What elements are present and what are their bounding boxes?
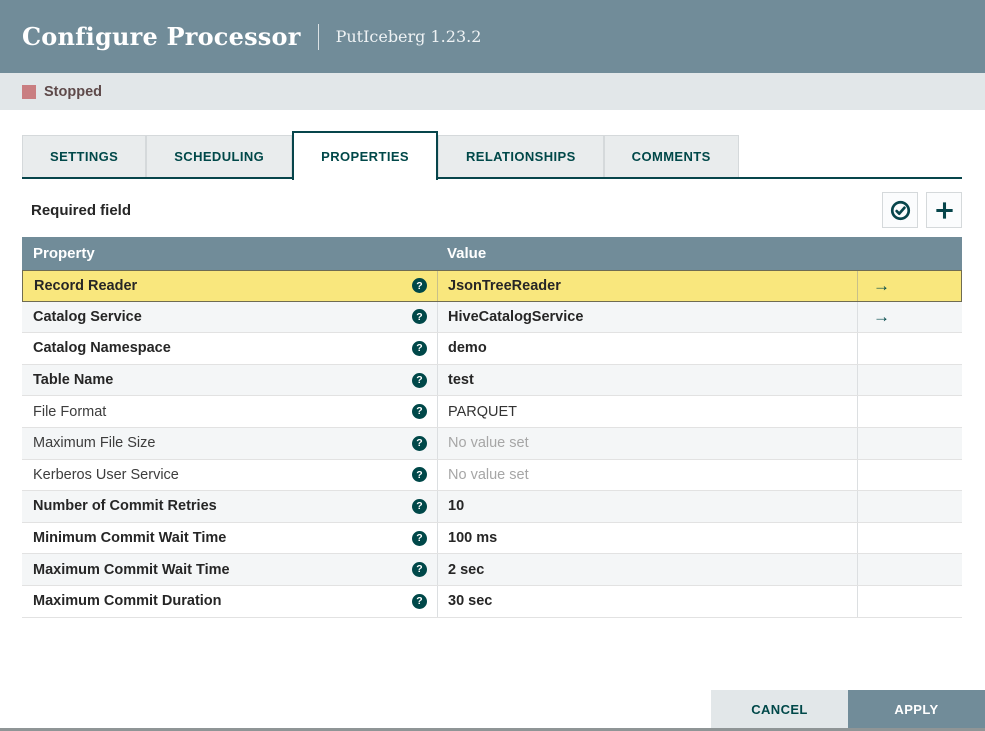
goto-cell [857, 459, 962, 491]
goto-cell [857, 364, 962, 396]
property-cell: Number of Commit Retries? [22, 491, 437, 522]
help-icon[interactable]: ? [412, 372, 427, 388]
goto-cell: → [857, 301, 962, 333]
help-icon[interactable]: ? [412, 340, 427, 356]
help-icon[interactable]: ? [412, 467, 427, 483]
property-cell: Table Name? [22, 365, 437, 396]
property-value[interactable]: 2 sec [437, 554, 857, 585]
verify-properties-button[interactable] [882, 192, 918, 228]
toolbar-buttons [882, 192, 962, 228]
property-cell: Record Reader? [23, 271, 437, 301]
tab-relationships[interactable]: RELATIONSHIPS [437, 135, 604, 177]
property-name: Catalog Namespace [33, 340, 171, 357]
table-header-row: Property Value [22, 237, 962, 270]
property-cell: Minimum Commit Wait Time? [22, 523, 437, 554]
go-to-service-icon[interactable]: → [873, 308, 890, 325]
property-cell: Maximum Commit Duration? [22, 586, 437, 617]
status-bar: Stopped [0, 73, 985, 110]
property-name: Record Reader [34, 277, 138, 294]
tab-properties[interactable]: PROPERTIES [292, 131, 438, 180]
property-value[interactable]: JsonTreeReader [437, 271, 857, 301]
table-row[interactable]: Table Name? test [22, 364, 962, 397]
property-name: Table Name [33, 372, 114, 389]
dialog-title: Configure Processor [22, 22, 301, 51]
property-cell: Maximum File Size? [22, 428, 437, 459]
goto-cell [857, 396, 962, 427]
properties-toolbar: Required field [22, 192, 962, 228]
check-circle-icon [890, 200, 910, 220]
title-divider [317, 23, 319, 50]
goto-cell [857, 333, 962, 364]
status-label: Stopped [44, 83, 102, 100]
column-header-property: Property [33, 245, 95, 262]
property-value[interactable]: 10 [437, 491, 857, 522]
stopped-square-icon [22, 84, 36, 99]
property-value[interactable]: 30 sec [437, 585, 857, 617]
properties-table: Property Value Record Reader? JsonTreeRea… [22, 237, 962, 618]
tab-settings[interactable]: SETTINGS [22, 135, 147, 177]
goto-cell [857, 427, 962, 459]
table-row[interactable]: Maximum Commit Wait Time? 2 sec [22, 554, 962, 586]
cancel-button[interactable]: CANCEL [711, 690, 848, 728]
table-row[interactable]: Maximum Commit Duration? 30 sec [22, 585, 962, 618]
table-row[interactable]: Number of Commit Retries? 10 [22, 491, 962, 523]
property-name: Maximum Commit Duration [33, 593, 222, 610]
property-value[interactable]: No value set [437, 427, 857, 459]
plus-icon [935, 201, 953, 219]
help-icon[interactable]: ? [412, 562, 427, 578]
property-name: Maximum File Size [33, 435, 156, 452]
help-icon[interactable]: ? [412, 309, 427, 325]
property-cell: Catalog Service? [22, 302, 437, 333]
help-icon[interactable]: ? [412, 498, 427, 514]
help-icon[interactable]: ? [412, 530, 427, 546]
table-row[interactable]: Kerberos User Service? No value set [22, 459, 962, 492]
dialog-footer: CANCEL APPLY [711, 690, 985, 728]
help-icon[interactable]: ? [412, 278, 427, 294]
table-row[interactable]: Catalog Namespace? demo [22, 333, 962, 365]
property-value[interactable]: PARQUET [437, 396, 857, 427]
help-icon[interactable]: ? [412, 593, 427, 609]
tab-scheduling[interactable]: SCHEDULING [146, 135, 293, 177]
goto-cell: → [857, 271, 961, 301]
goto-cell [857, 585, 962, 617]
processor-name-version: PutIceberg 1.23.2 [335, 27, 482, 46]
property-cell: Kerberos User Service? [22, 460, 437, 491]
property-name: Number of Commit Retries [33, 498, 217, 515]
property-name: Maximum Commit Wait Time [33, 561, 230, 578]
required-field-label: Required field [31, 201, 132, 219]
table-row[interactable]: Record Reader? JsonTreeReader → [22, 270, 962, 302]
table-row[interactable]: Catalog Service? HiveCatalogService → [22, 301, 962, 334]
goto-cell [857, 522, 962, 554]
property-cell: Catalog Namespace? [22, 333, 437, 364]
help-icon[interactable]: ? [412, 435, 427, 451]
property-name: Catalog Service [33, 308, 142, 325]
tab-comments[interactable]: COMMENTS [603, 135, 739, 177]
table-row[interactable]: Maximum File Size? No value set [22, 427, 962, 460]
dialog-header: Configure Processor PutIceberg 1.23.2 [0, 0, 985, 73]
add-property-button[interactable] [926, 192, 962, 228]
property-name: Minimum Commit Wait Time [33, 530, 227, 547]
property-cell: File Format? [22, 396, 437, 427]
property-value[interactable]: demo [437, 333, 857, 364]
go-to-service-icon[interactable]: → [873, 277, 890, 294]
table-row[interactable]: File Format? PARQUET [22, 396, 962, 428]
property-cell: Maximum Commit Wait Time? [22, 554, 437, 585]
property-name: Kerberos User Service [33, 466, 179, 483]
tab-bar: SETTINGS SCHEDULING PROPERTIES RELATIONSHIP… [22, 131, 962, 180]
apply-button[interactable]: APPLY [848, 690, 985, 728]
property-value[interactable]: HiveCatalogService [437, 301, 857, 333]
configure-processor-dialog: Configure Processor PutIceberg 1.23.2 St… [0, 0, 985, 731]
help-icon[interactable]: ? [412, 404, 427, 420]
table-body: Record Reader? JsonTreeReader → Catalog Ser… [22, 270, 962, 618]
table-row[interactable]: Minimum Commit Wait Time? 100 ms [22, 522, 962, 555]
property-name: File Format [33, 403, 107, 420]
property-value[interactable]: No value set [437, 459, 857, 491]
column-header-value: Value [447, 245, 487, 262]
property-value[interactable]: 100 ms [437, 522, 857, 554]
goto-cell [857, 554, 962, 585]
property-value[interactable]: test [437, 364, 857, 396]
goto-cell [857, 491, 962, 522]
